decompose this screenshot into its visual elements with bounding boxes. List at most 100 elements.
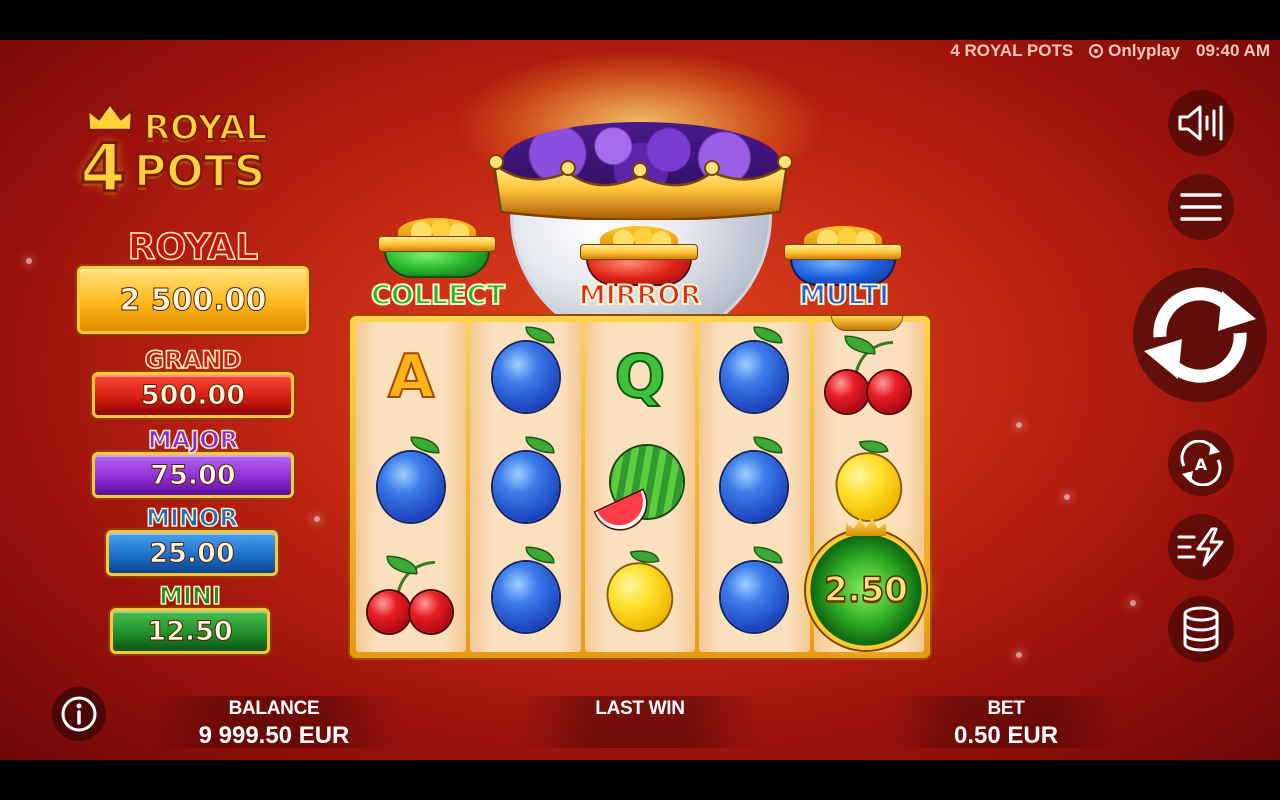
top-info-bar: 4 ROYAL POTS Onlyplay 09:40 AM: [950, 40, 1270, 62]
logo-word-royal: ROYAL: [143, 107, 268, 149]
reel-2: [470, 322, 581, 652]
reel-cell: [470, 322, 580, 432]
sound-button[interactable]: [1168, 90, 1234, 156]
cherries-icon: [366, 557, 456, 637]
info-icon: [61, 696, 97, 732]
menu-button[interactable]: [1168, 174, 1234, 240]
info-button[interactable]: [52, 687, 106, 741]
sparkle: [26, 258, 32, 264]
jackpot-label: GRAND: [144, 346, 242, 374]
pot-crown-icon: [488, 154, 793, 220]
jackpot-minor: MINOR 25.00: [104, 504, 280, 576]
plum-icon: [721, 438, 788, 522]
jackpot-grand: GRAND 500.00: [90, 346, 296, 418]
turbo-button[interactable]: [1168, 514, 1234, 580]
jackpot-value: 75.00: [92, 452, 294, 498]
pot-label-multi: MULTI: [798, 279, 890, 312]
reel-cell: [470, 542, 580, 652]
lastwin-display: LAST WIN: [540, 698, 740, 720]
logo-word-pots: POTS: [133, 145, 267, 199]
plum-icon: [492, 548, 559, 632]
autoplay-icon: A: [1180, 440, 1222, 486]
plum-icon: [492, 438, 559, 522]
jackpot-label: MINOR: [145, 504, 238, 532]
jackpot-major: MAJOR 75.00: [90, 426, 296, 498]
balance-value: 9 999.50 EUR: [198, 722, 350, 749]
provider-logo: Onlyplay: [1089, 41, 1180, 61]
pot-label-mirror: MIRROR: [578, 279, 702, 312]
pot-crown-band: [784, 244, 902, 260]
game-logo: 4 ROYAL POTS: [78, 98, 308, 208]
reel-cell: [470, 432, 580, 542]
watermelon-icon: [595, 444, 683, 538]
plum-icon: [378, 438, 445, 522]
svg-text:A: A: [1195, 455, 1208, 474]
reel-cell: [356, 432, 466, 542]
reel-cell: [585, 542, 695, 652]
partial-coin: [832, 316, 902, 330]
bet-button[interactable]: [1168, 596, 1234, 662]
speaker-icon: [1178, 105, 1223, 141]
lemon-icon: [831, 448, 906, 526]
pot-crown-band: [580, 244, 698, 260]
pot-crown-band: [378, 236, 496, 252]
lemon-icon: [602, 558, 678, 636]
spin-button[interactable]: [1133, 268, 1267, 402]
game-name: 4 ROYAL POTS: [950, 41, 1074, 60]
reel-cell: [814, 322, 924, 432]
jackpot-value: 500.00: [92, 372, 294, 418]
cherries-icon: [824, 337, 914, 417]
pot-bowl: [386, 250, 488, 276]
logo-number: 4: [79, 130, 128, 207]
plum-icon: [721, 328, 788, 412]
game-stage: 4 ROYAL POTS Onlyplay 09:40 AM 4 ROYAL P…: [0, 40, 1280, 760]
coin-symbol: 2.50: [806, 518, 926, 650]
bet-value: 0.50 EUR: [953, 722, 1059, 749]
plum-icon: [721, 548, 788, 632]
plum-icon: [492, 328, 559, 412]
onlyplay-icon: [1089, 44, 1104, 58]
jackpot-royal: ROYAL 2 500.00: [74, 227, 312, 334]
symbol-q: Q: [613, 342, 666, 412]
pot-multi: [784, 226, 902, 284]
symbol-a: A: [387, 342, 435, 412]
jackpot-label: MINI: [158, 582, 221, 610]
sparkle: [1016, 652, 1022, 658]
balance-display: BALANCE 9 999.50 EUR: [154, 698, 394, 750]
reel-cell: [699, 542, 809, 652]
sparkle: [1016, 422, 1022, 428]
clock: 09:40 AM: [1195, 41, 1270, 60]
hamburger-menu-icon: [1180, 193, 1222, 221]
sparkle: [1064, 494, 1070, 500]
reel-cell: A: [356, 322, 466, 432]
autoplay-button[interactable]: A: [1168, 430, 1234, 496]
reel-cell: [699, 432, 809, 542]
coin-value: 2.50: [823, 569, 908, 611]
coin-stack-icon: [1183, 606, 1219, 652]
pot-label-collect: COLLECT: [370, 279, 506, 312]
jackpot-label: ROYAL: [127, 227, 259, 268]
jackpot-label: MAJOR: [147, 426, 239, 454]
sparkle: [1130, 600, 1136, 606]
bet-display[interactable]: BET 0.50 EUR: [906, 698, 1106, 750]
reel-cell: [699, 322, 809, 432]
jackpot-mini: MINI 12.50: [108, 582, 272, 654]
turbo-lightning-icon: [1177, 527, 1224, 567]
jackpot-value: 2 500.00: [77, 266, 309, 334]
sparkle: [314, 516, 320, 522]
pot-collect: [378, 218, 496, 276]
reel-3: Q: [584, 322, 696, 652]
lastwin-label: LAST WIN: [595, 698, 685, 719]
pot-mirror: [580, 226, 698, 284]
jackpot-value: 12.50: [110, 608, 270, 654]
provider-name: Onlyplay: [1108, 41, 1180, 60]
reel-1: A: [356, 322, 467, 652]
balance-label: BALANCE: [228, 698, 320, 719]
bet-label: BET: [987, 698, 1025, 719]
reel-cell: [356, 542, 466, 652]
reel-4: [699, 322, 810, 652]
crown-icon: [86, 102, 134, 132]
spin-arrows-icon: [1144, 287, 1256, 383]
reel-cell: [585, 432, 695, 542]
reel-cell: Q: [585, 322, 695, 432]
